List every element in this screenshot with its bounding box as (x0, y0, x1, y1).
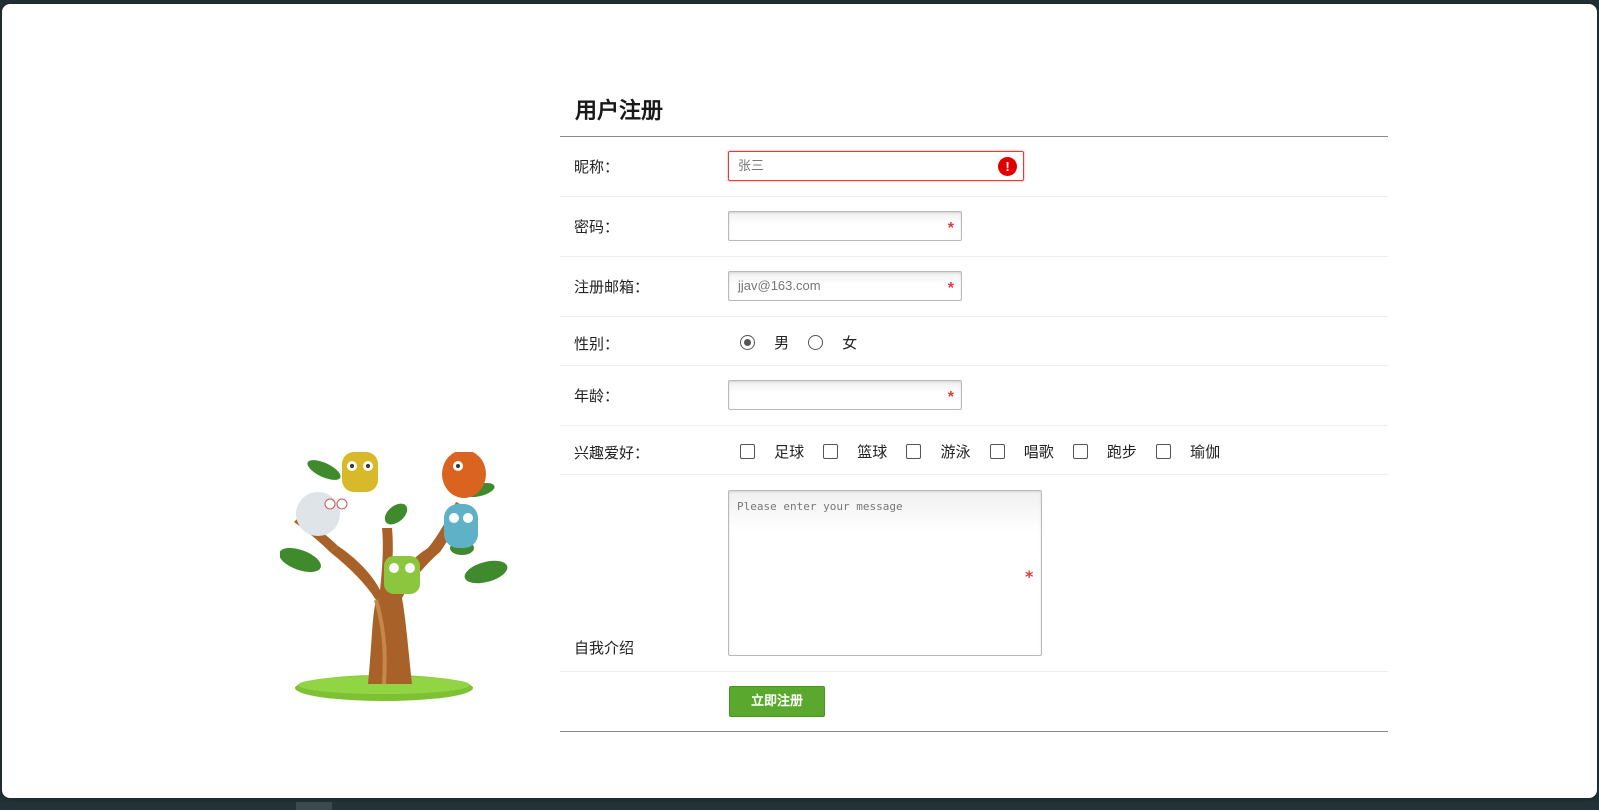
hobby-checkbox-basketball[interactable] (823, 444, 839, 459)
hobby-label-football: 足球 (774, 443, 805, 461)
required-mark: * (947, 220, 954, 237)
hobby-checkbox-singing[interactable] (989, 444, 1005, 459)
hobby-label-singing: 唱歌 (1023, 443, 1054, 461)
password-input[interactable]: * (728, 211, 962, 241)
required-mark: * (947, 389, 954, 406)
hobby-label-basketball: 篮球 (857, 443, 888, 461)
register-button[interactable]: 立即注册 (729, 686, 825, 717)
gender-label: 性别： (574, 335, 620, 353)
nickname-row: 昵称： 张三 ! (560, 137, 1388, 197)
hobby-label-yoga: 瑜伽 (1190, 443, 1221, 461)
taskbar-item[interactable] (296, 802, 332, 810)
hobbies-row: 兴趣爱好： 足球 篮球 游泳 唱歌 跑步 瑜伽 (560, 426, 1388, 475)
intro-row: 自我介绍 Please enter your message * (560, 475, 1388, 672)
intro-label: 自我介绍 (574, 639, 635, 657)
password-row: 密码： * (560, 197, 1388, 257)
bottom-divider (560, 731, 1388, 732)
hobby-checkbox-football[interactable] (740, 444, 755, 459)
hobby-label-running: 跑步 (1106, 443, 1137, 461)
nickname-value: 张三 (738, 158, 765, 173)
hobbies-label: 兴趣爱好： (574, 444, 650, 462)
form-title: 用户注册 (575, 98, 664, 124)
hobby-checkbox-yoga[interactable] (1156, 444, 1172, 459)
nickname-input[interactable]: 张三 ! (728, 151, 1024, 181)
email-input[interactable]: jjav@163.com * (728, 271, 962, 301)
email-label: 注册邮箱： (574, 278, 650, 296)
hobby-checkbox-swimming[interactable] (906, 444, 922, 459)
nickname-label: 昵称： (574, 158, 620, 176)
gender-row: 性别： 男 女 (560, 317, 1388, 366)
required-mark: * (1024, 567, 1034, 586)
gender-radio-female[interactable] (808, 335, 824, 350)
intro-textarea[interactable]: Please enter your message * (728, 490, 1042, 656)
taskbar (0, 802, 1599, 810)
gender-option-male: 男 (774, 334, 790, 352)
gender-option-female: 女 (842, 334, 858, 352)
submit-row: 立即注册 (560, 672, 1388, 731)
required-mark: * (947, 280, 954, 297)
age-label: 年龄： (574, 387, 620, 405)
password-label: 密码： (574, 218, 620, 236)
age-row: 年龄： * (560, 366, 1388, 426)
error-icon: ! (998, 157, 1017, 176)
hobby-label-swimming: 游泳 (940, 443, 971, 461)
registration-form: 用户注册 昵称： 张三 ! 密码： * 注册邮箱： jjav@163.com * (560, 86, 1388, 732)
email-value: jjav@163.com (738, 278, 821, 293)
gender-radio-male[interactable] (740, 335, 755, 350)
age-input[interactable]: * (728, 380, 962, 410)
hobby-checkbox-running[interactable] (1072, 444, 1088, 459)
intro-placeholder: Please enter your message (737, 500, 903, 513)
email-row: 注册邮箱： jjav@163.com * (560, 257, 1388, 317)
owl-tree-illustration (280, 452, 508, 701)
